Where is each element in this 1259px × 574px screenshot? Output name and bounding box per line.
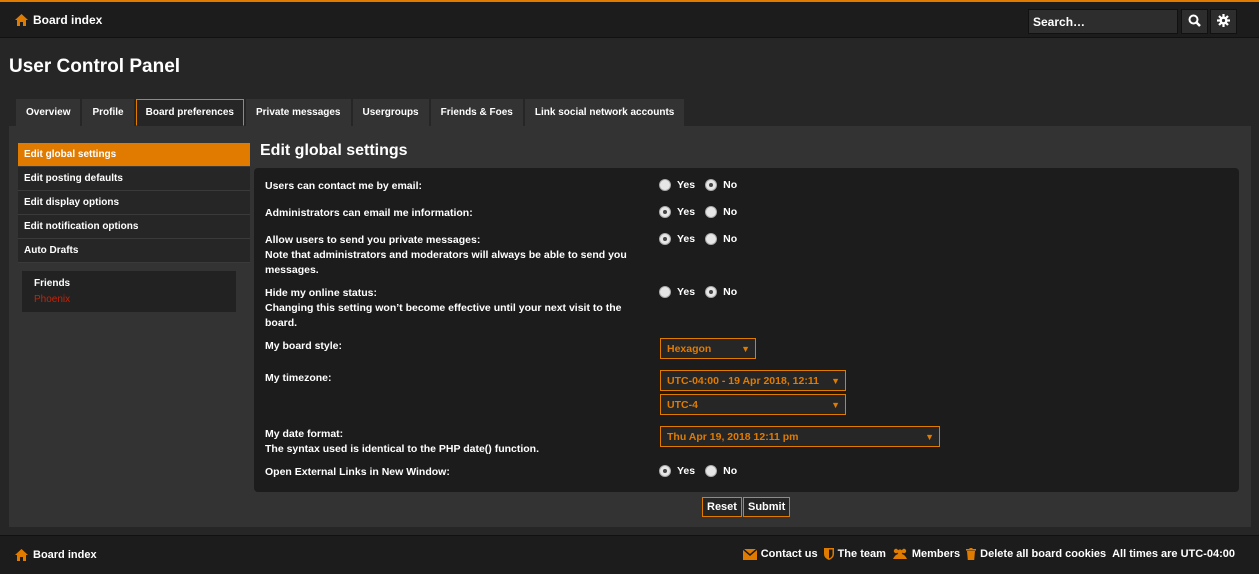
radio-dot-checked: [705, 179, 718, 191]
settings-form: Users can contact me by email: Yes No Ad…: [254, 168, 1239, 492]
board-index-label: Board index: [33, 13, 103, 27]
home-icon: [15, 14, 28, 26]
footer-board-index-link[interactable]: Board index: [15, 549, 97, 561]
contact-email-no-radio[interactable]: No: [705, 179, 737, 191]
reset-button[interactable]: Reset: [702, 497, 742, 517]
search-button[interactable]: [1181, 9, 1208, 34]
allow-pm-yes-radio[interactable]: Yes: [659, 233, 695, 245]
radio-dot: [705, 465, 718, 477]
setting-label: My timezone:: [265, 372, 332, 384]
friend-link[interactable]: Phoenix: [34, 294, 224, 305]
hide-online-yes-radio[interactable]: Yes: [659, 286, 695, 298]
radio-dot: [705, 206, 718, 218]
friends-title: Friends: [34, 278, 71, 289]
setting-note: The syntax used is identical to the PHP …: [265, 443, 540, 455]
chevron-down-icon: ▼: [925, 432, 934, 442]
tab-link-social-accounts[interactable]: Link social network accounts: [524, 99, 685, 126]
sidebar-item-posting-defaults[interactable]: Edit posting defaults: [18, 167, 250, 191]
tab-usergroups[interactable]: Usergroups: [352, 99, 429, 126]
setting-label: Administrators can email me information:: [265, 207, 473, 219]
setting-label: Users can contact me by email:: [265, 180, 422, 192]
ucp-tabs: Overview Profile Board preferences Priva…: [16, 99, 685, 126]
tab-overview[interactable]: Overview: [16, 99, 81, 126]
timezone-date-select[interactable]: UTC-04:00 - 19 Apr 2018, 12:11 ▼: [660, 370, 846, 391]
members-link[interactable]: Members: [892, 548, 960, 560]
radio-dot-checked: [659, 206, 671, 218]
search-icon: [1188, 14, 1201, 30]
board-index-link[interactable]: Board index: [15, 13, 102, 27]
radio-dot-checked: [659, 233, 671, 245]
home-icon: [15, 549, 28, 561]
section-title: Edit global settings: [260, 142, 408, 159]
hide-online-no-radio[interactable]: No: [705, 286, 737, 298]
tab-private-messages[interactable]: Private messages: [245, 99, 351, 126]
allow-pm-no-radio[interactable]: No: [705, 233, 737, 245]
setting-label: Open External Links in New Window:: [265, 466, 450, 478]
setting-label: Hide my online status: Changing this set…: [265, 286, 635, 331]
admin-email-no-radio[interactable]: No: [705, 206, 737, 218]
contact-us-link[interactable]: Contact us: [742, 548, 818, 560]
chevron-down-icon: ▼: [831, 400, 840, 410]
submit-button[interactable]: Submit: [743, 497, 791, 517]
radio-dot-checked: [659, 465, 671, 477]
chevron-down-icon: ▼: [831, 376, 840, 386]
top-navbar: Board index: [0, 0, 1259, 38]
tab-friends-foes[interactable]: Friends & Foes: [430, 99, 523, 126]
search-input[interactable]: [1028, 9, 1178, 34]
timezone-note: All times are UTC-04:00: [1112, 548, 1235, 560]
setting-label-text: My date format:: [265, 428, 344, 440]
page-title: User Control Panel: [9, 56, 181, 77]
external-links-yes-radio[interactable]: Yes: [659, 465, 695, 477]
delete-cookies-link[interactable]: Delete all board cookies: [966, 548, 1106, 560]
contact-email-yes-radio[interactable]: Yes: [659, 179, 695, 191]
sidebar-menu: Edit global settings Edit posting defaul…: [18, 143, 250, 263]
envelope-icon: [742, 548, 757, 560]
tab-profile[interactable]: Profile: [82, 99, 134, 126]
timezone-select[interactable]: UTC-4 ▼: [660, 394, 846, 415]
setting-label: Allow users to send you private messages…: [265, 233, 635, 278]
chevron-down-icon: ▼: [741, 344, 750, 354]
setting-label: My board style:: [265, 340, 343, 352]
sidebar-item-global-settings[interactable]: Edit global settings: [18, 143, 250, 167]
setting-note: Note that administrators and moderators …: [265, 249, 627, 276]
setting-label-text: Allow users to send you private messages…: [265, 234, 481, 246]
footer-navbar: Board index Contact us The team Members …: [0, 535, 1259, 574]
radio-dot: [659, 286, 671, 298]
sidebar-item-display-options[interactable]: Edit display options: [18, 191, 250, 215]
sidebar-item-auto-drafts[interactable]: Auto Drafts: [18, 239, 250, 263]
setting-label-text: Hide my online status:: [265, 287, 378, 299]
date-format-select[interactable]: Thu Apr 19, 2018 12:11 pm ▼: [660, 426, 940, 447]
the-team-link[interactable]: The team: [823, 548, 886, 560]
external-links-no-radio[interactable]: No: [705, 465, 737, 477]
admin-email-yes-radio[interactable]: Yes: [659, 206, 695, 218]
setting-note: Changing this setting won’t become effec…: [265, 302, 622, 329]
gear-icon: [1217, 13, 1230, 30]
board-style-select[interactable]: Hexagon ▼: [660, 338, 756, 359]
advanced-search-button[interactable]: [1210, 9, 1237, 34]
sidebar-item-notification-options[interactable]: Edit notification options: [18, 215, 250, 239]
footer-links: Contact us The team Members Delete all b…: [742, 548, 1235, 560]
radio-dot: [659, 179, 671, 191]
radio-dot: [705, 233, 718, 245]
users-icon: [892, 548, 908, 560]
shield-icon: [823, 548, 834, 560]
trash-icon: [966, 548, 977, 560]
setting-label: My date format: The syntax used is ident…: [265, 427, 635, 457]
radio-dot-checked: [705, 286, 718, 298]
tab-board-preferences[interactable]: Board preferences: [135, 99, 244, 126]
friends-box: Friends Phoenix: [22, 271, 236, 312]
